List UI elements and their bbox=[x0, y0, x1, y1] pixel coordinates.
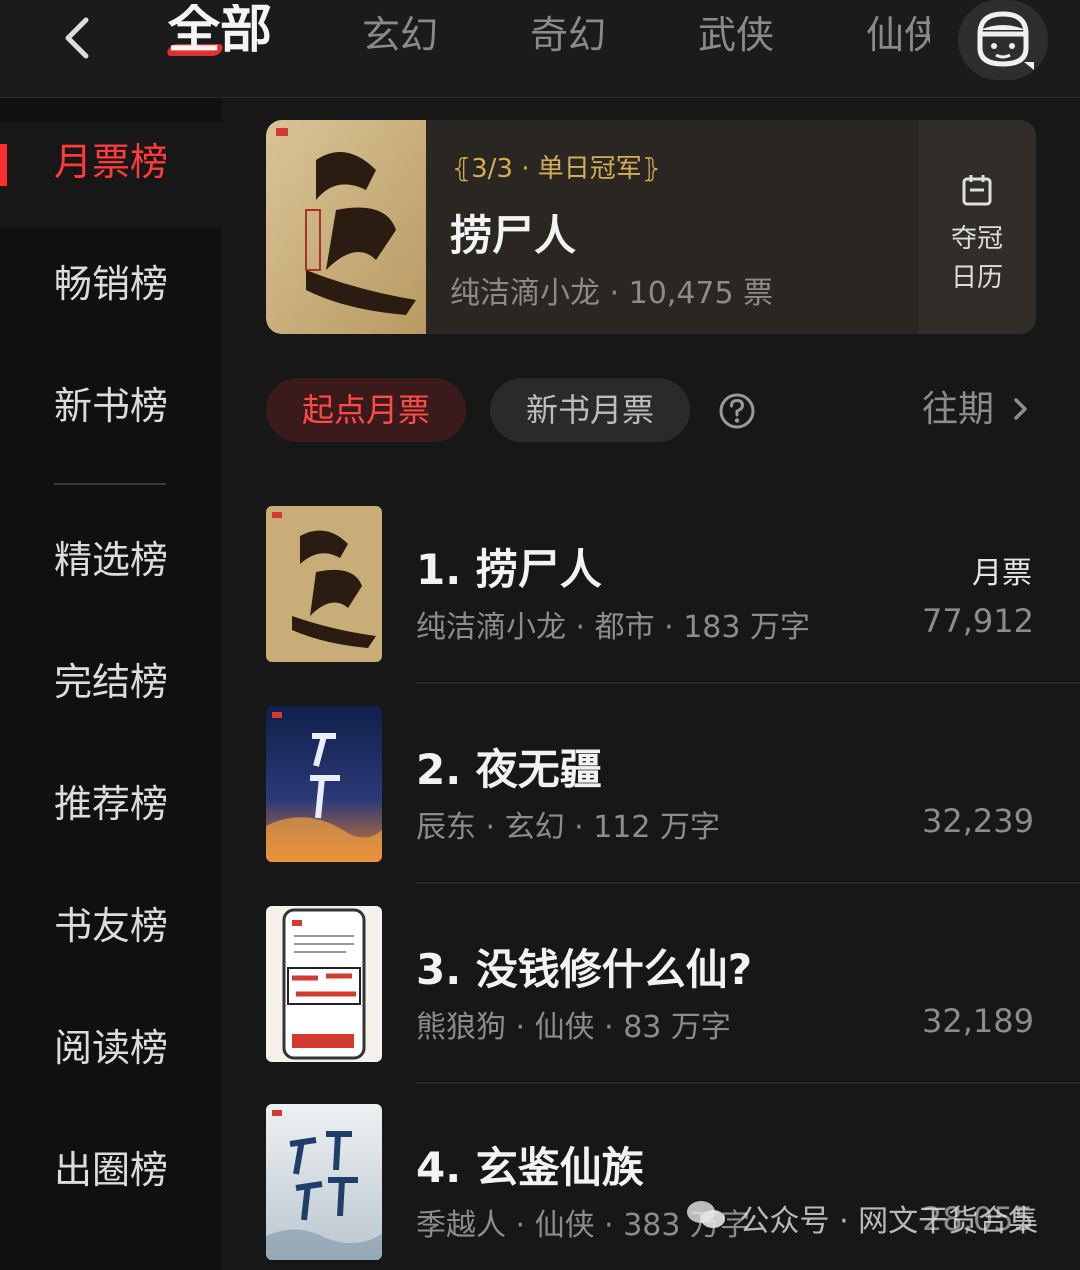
laurel-left-icon: ⦃ bbox=[452, 154, 472, 184]
watermark-text: 公众号 · 网文干货合集 bbox=[739, 1204, 1039, 1239]
book-meta: 熊狼狗 · 仙侠 · 83 万字 bbox=[416, 1010, 731, 1045]
book-meta: 纯洁滴小龙 · 都市 · 183 万字 bbox=[416, 610, 811, 645]
list-divider bbox=[416, 882, 1080, 884]
vote-count: 32,239 bbox=[922, 802, 1034, 840]
vote-count: 77,912 bbox=[922, 602, 1034, 640]
book-cover-image bbox=[266, 706, 382, 862]
votes-label: 月票 bbox=[972, 556, 1032, 591]
calendar-icon bbox=[962, 175, 992, 206]
history-label: 往期 bbox=[922, 389, 995, 430]
sidebar-item-bestseller[interactable]: 畅销榜 bbox=[0, 244, 222, 324]
sidebar-divider bbox=[54, 483, 166, 485]
book-cover-image bbox=[266, 506, 382, 662]
ranking-list-item[interactable]: 3. 没钱修什么仙? 熊狼狗 · 仙侠 · 83 万字 32,189 bbox=[266, 906, 1080, 1106]
tab-wuxia[interactable]: 武侠 bbox=[698, 10, 774, 60]
user-avatar-icon[interactable] bbox=[958, 0, 1048, 80]
vote-count: 32,189 bbox=[922, 1002, 1034, 1040]
champion-calendar-button[interactable]: 夺冠 日历 bbox=[918, 120, 1036, 334]
tab-qihuan[interactable]: 奇幻 bbox=[530, 10, 606, 60]
book-title: 4. 玄鉴仙族 bbox=[416, 1143, 644, 1192]
champion-badge: ⦃3/3 · 单日冠军⦄ bbox=[452, 154, 661, 184]
list-divider bbox=[416, 1082, 1080, 1084]
back-icon[interactable] bbox=[56, 14, 100, 62]
sidebar-item-completed[interactable]: 完结榜 bbox=[0, 642, 222, 722]
tab-xuanhuan[interactable]: 玄幻 bbox=[362, 10, 438, 60]
ranking-list-item[interactable]: 2. 夜无疆 辰东 · 玄幻 · 112 万字 32,239 bbox=[266, 706, 1080, 906]
book-title: 1. 捞尸人 bbox=[416, 545, 602, 594]
book-cover-image bbox=[266, 1104, 382, 1260]
help-icon[interactable] bbox=[718, 392, 756, 430]
sidebar-item-reader-fans[interactable]: 书友榜 bbox=[0, 886, 222, 966]
calendar-label-line-1: 夺冠 bbox=[950, 224, 1003, 254]
book-title: 2. 夜无疆 bbox=[416, 745, 602, 794]
tab-xianxia[interactable]: 仙侠 bbox=[866, 10, 930, 60]
top-bar: 全部 玄幻 奇幻 武侠 仙侠 bbox=[0, 0, 1080, 98]
sidebar-item-monthly-ticket[interactable]: 月票榜 bbox=[0, 122, 222, 228]
sidebar-item-selected[interactable]: 精选榜 bbox=[0, 520, 222, 600]
history-link[interactable]: 往期 bbox=[922, 384, 1031, 436]
calendar-label-line-2: 日历 bbox=[950, 263, 1003, 293]
chevron-right-icon bbox=[1014, 398, 1028, 420]
list-divider bbox=[416, 682, 1080, 684]
ranking-category-sidebar: 月票榜 畅销榜 新书榜 精选榜 完结榜 推荐榜 书友榜 阅读榜 出圈榜 bbox=[0, 98, 222, 1270]
tab-all[interactable]: 全部 bbox=[168, 4, 272, 54]
champion-book-meta: 纯洁滴小龙 · 10,475 票 bbox=[450, 276, 774, 311]
laurel-right-icon: ⦄ bbox=[641, 154, 661, 184]
book-title: 3. 没钱修什么仙? bbox=[416, 945, 753, 994]
sidebar-item-breakout[interactable]: 出圈榜 bbox=[0, 1130, 222, 1210]
filter-new-book-monthly[interactable]: 新书月票 bbox=[490, 378, 690, 442]
book-cover-image bbox=[266, 120, 426, 334]
watermark: 公众号 · 网文干货合集 bbox=[686, 1196, 1038, 1240]
wechat-icon bbox=[686, 1199, 730, 1239]
book-meta: 辰东 · 玄幻 · 112 万字 bbox=[416, 810, 721, 845]
sidebar-item-recommended[interactable]: 推荐榜 bbox=[0, 764, 222, 844]
champion-book-title: 捞尸人 bbox=[450, 211, 577, 260]
ranking-list-item[interactable]: 4. 玄鉴仙族 季越人 · 仙侠 · 383 万字 28,055 bbox=[266, 1104, 1080, 1270]
calendar-label: 夺冠 日历 bbox=[918, 220, 1036, 298]
ranking-list-item[interactable]: 1. 捞尸人 纯洁滴小龙 · 都市 · 183 万字 月票 77,912 bbox=[266, 506, 1080, 706]
filter-qidian-monthly[interactable]: 起点月票 bbox=[266, 378, 466, 442]
champion-card[interactable]: ⦃3/3 · 单日冠军⦄ 捞尸人 纯洁滴小龙 · 10,475 票 夺冠 日历 bbox=[266, 120, 1036, 334]
sidebar-item-new-book[interactable]: 新书榜 bbox=[0, 366, 222, 446]
sidebar-item-reading[interactable]: 阅读榜 bbox=[0, 1008, 222, 1088]
sidebar-active-indicator bbox=[0, 144, 7, 186]
book-cover-image bbox=[266, 906, 382, 1062]
